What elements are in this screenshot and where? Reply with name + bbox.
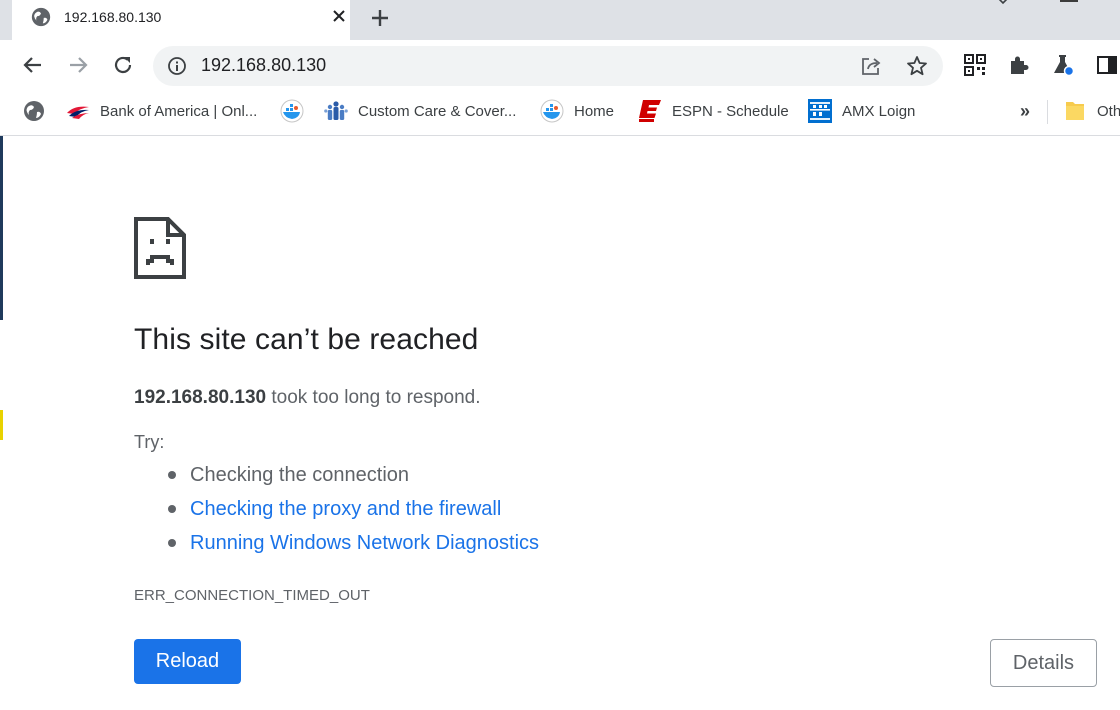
sad-page-icon xyxy=(134,217,186,279)
bookmark-label: Bank of America | Onl... xyxy=(100,102,258,120)
people-icon xyxy=(324,101,348,120)
bullet-icon xyxy=(168,471,176,479)
bookmark-amx[interactable]: AMX Loign xyxy=(808,98,915,124)
docker-icon xyxy=(540,99,564,123)
espn-icon xyxy=(639,100,661,122)
bookmark-custom-care[interactable]: Custom Care & Cover... xyxy=(324,98,516,124)
tab-title: 192.168.80.130 xyxy=(64,9,162,25)
side-panel-icon xyxy=(1097,56,1117,74)
tab-strip: 192.168.80.130 xyxy=(0,0,1120,40)
chevron-double-right-icon: » xyxy=(1020,100,1031,121)
globe-icon xyxy=(31,7,51,27)
forward-button[interactable] xyxy=(65,52,91,78)
error-heading: This site can’t be reached xyxy=(134,323,479,356)
bookmark-label: Oth xyxy=(1097,102,1120,120)
suggestion-network-diagnostics[interactable]: Running Windows Network Diagnostics xyxy=(134,529,539,563)
labs-button[interactable] xyxy=(1050,52,1076,78)
suggestion-text: Checking the connection xyxy=(190,464,410,486)
bookmark-bank-of-america[interactable]: Bank of America | Onl... xyxy=(66,98,257,124)
suggestion-check-connection: Checking the connection xyxy=(134,461,539,495)
error-summary: 192.168.80.130 took too long to respond. xyxy=(134,387,481,409)
bookmark-home[interactable]: Home xyxy=(540,98,614,124)
qr-code-button[interactable] xyxy=(962,52,988,78)
side-panel-button[interactable] xyxy=(1094,52,1120,78)
bullet-icon xyxy=(168,505,176,513)
toolbar: 192.168.80.130 xyxy=(0,40,1120,92)
error-host: 192.168.80.130 xyxy=(134,387,267,408)
bookmarks-bar: Bank of America | Onl... Custom Care & C… xyxy=(0,92,1120,136)
bullet-icon xyxy=(168,539,176,547)
amex-icon xyxy=(808,99,832,123)
bookmark-other-folder[interactable]: Oth xyxy=(1063,98,1120,124)
share-icon[interactable] xyxy=(859,54,883,78)
extensions-button[interactable] xyxy=(1006,52,1032,78)
error-message: took too long to respond. xyxy=(266,387,481,408)
address-bar[interactable]: 192.168.80.130 xyxy=(153,46,943,86)
suggestion-link[interactable]: Running Windows Network Diagnostics xyxy=(190,532,539,554)
suggestion-check-proxy-firewall[interactable]: Checking the proxy and the firewall xyxy=(134,495,539,529)
error-code: ERR_CONNECTION_TIMED_OUT xyxy=(134,587,370,604)
bookmark-label: AMX Loign xyxy=(842,102,916,120)
docker-icon xyxy=(280,99,304,123)
info-icon[interactable] xyxy=(167,56,187,76)
bookmark-label: Custom Care & Cover... xyxy=(358,102,517,120)
try-label: Try: xyxy=(134,432,165,452)
minimize-button[interactable] xyxy=(1060,0,1078,2)
plus-icon xyxy=(372,10,388,26)
bookmark-label: Home xyxy=(574,102,615,120)
globe-icon xyxy=(24,101,44,121)
error-page: This site can’t be reached 192.168.80.13… xyxy=(0,137,1120,710)
bookmark-label: ESPN - Schedule xyxy=(672,102,789,120)
details-button[interactable]: Details xyxy=(990,639,1097,687)
url-text[interactable]: 192.168.80.130 xyxy=(201,55,326,76)
arrow-left-icon xyxy=(23,57,41,73)
folder-icon xyxy=(1066,102,1084,120)
bookmarks-overflow-button[interactable]: » xyxy=(1020,98,1030,124)
reload-button[interactable]: Reload xyxy=(134,639,241,684)
bookmarks-separator xyxy=(1047,100,1048,124)
reload-button[interactable] xyxy=(110,52,136,78)
chevron-down-icon[interactable] xyxy=(992,0,1014,8)
new-tab-button[interactable] xyxy=(366,4,394,32)
bookmark-docker[interactable] xyxy=(280,98,314,124)
arrow-right-icon xyxy=(70,57,88,73)
suggestion-link[interactable]: Checking the proxy and the firewall xyxy=(190,498,501,520)
tab-active[interactable]: 192.168.80.130 xyxy=(12,0,350,40)
bookmark-espn[interactable]: ESPN - Schedule xyxy=(638,98,789,124)
reload-icon xyxy=(114,56,132,74)
qr-code-icon xyxy=(964,54,986,76)
star-icon[interactable] xyxy=(905,54,929,78)
puzzle-icon xyxy=(1011,56,1029,74)
back-button[interactable] xyxy=(20,52,46,78)
bookmark-globe[interactable] xyxy=(22,98,56,124)
flask-icon xyxy=(1054,55,1075,77)
close-icon[interactable] xyxy=(328,5,350,27)
suggestions-list: Checking the connection Checking the pro… xyxy=(134,461,539,563)
bank-flag-icon xyxy=(67,106,89,119)
